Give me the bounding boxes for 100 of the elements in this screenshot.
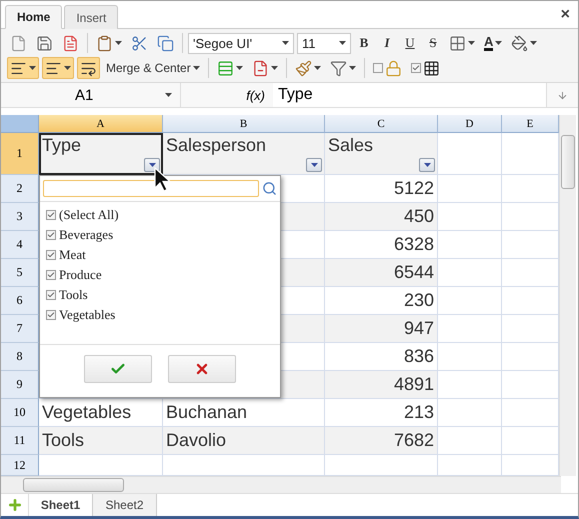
format-button[interactable]: S	[423, 33, 443, 53]
wrap-text-button[interactable]	[77, 57, 100, 79]
table-cell: Tools	[39, 427, 163, 455]
checkbox[interactable]	[46, 250, 56, 260]
column-header[interactable]: A	[39, 115, 163, 133]
font-size-select[interactable]: 11	[297, 32, 351, 54]
column-header[interactable]: D	[438, 115, 502, 133]
table-cell: Vegetables	[39, 399, 163, 427]
table-cell	[438, 399, 502, 427]
caret-icon	[29, 66, 36, 70]
font-color-button[interactable]: A	[481, 32, 506, 54]
table-cell: 947	[325, 315, 438, 343]
row-header[interactable]: 12	[1, 455, 39, 476]
paint-bucket-icon	[511, 34, 528, 52]
name-box[interactable]: A1	[1, 83, 181, 107]
column-header[interactable]: C	[325, 115, 438, 133]
caret-icon	[348, 66, 356, 70]
scissors-icon	[131, 34, 148, 52]
table-cell	[502, 427, 559, 455]
function-label: f(x)	[245, 88, 266, 102]
table-cell	[438, 259, 502, 287]
caret-icon	[192, 66, 200, 70]
table-cell	[502, 343, 559, 371]
caret-icon	[115, 41, 122, 45]
row-header[interactable]: 1	[1, 133, 39, 175]
close-icon	[194, 361, 210, 377]
table-cell	[502, 203, 559, 231]
ribbon-tab[interactable]: Insert	[64, 5, 118, 29]
horizontal-align-button[interactable]	[42, 57, 74, 79]
table-cell: 213	[325, 399, 438, 427]
row-header[interactable]: 2	[1, 175, 39, 203]
table-cell	[438, 203, 502, 231]
sheet-tab[interactable]: Sheet2	[93, 494, 157, 516]
table-cell	[502, 259, 559, 287]
table-cell: 5122	[325, 175, 438, 203]
checkbox[interactable]	[46, 210, 56, 220]
caret-icon	[236, 66, 243, 70]
table-cell	[438, 231, 502, 259]
row-header[interactable]: 5	[1, 259, 39, 287]
table-cell	[438, 455, 502, 476]
vertical-scrollbar[interactable]	[559, 115, 576, 476]
caret-icon	[468, 41, 475, 45]
row-header[interactable]: 7	[1, 315, 39, 343]
table-cell: Salesperson	[163, 133, 325, 175]
checkbox[interactable]	[46, 310, 56, 320]
table-cell	[438, 287, 502, 315]
close-button[interactable]: ×	[560, 7, 570, 23]
format-button[interactable]: U	[400, 33, 420, 53]
formula-field[interactable]: Type	[273, 83, 546, 107]
row-header[interactable]: 9	[1, 371, 39, 399]
ribbon-tab[interactable]: Home	[5, 5, 62, 29]
row-header[interactable]: 11	[1, 427, 39, 455]
table-cell: 6544	[325, 259, 438, 287]
column-header[interactable]: E	[502, 115, 559, 133]
format-button[interactable]: I	[377, 33, 397, 53]
format-button[interactable]: B	[354, 33, 374, 53]
row-header[interactable]: 4	[1, 231, 39, 259]
document-icon	[10, 34, 27, 52]
row-header[interactable]: 10	[1, 399, 39, 427]
filter-option[interactable]: Tools	[59, 287, 88, 303]
table-cell	[438, 175, 502, 203]
caret-icon	[314, 66, 321, 70]
cancel-button[interactable]	[168, 355, 236, 383]
table-cell: 4891	[325, 371, 438, 399]
filter-option[interactable]: Beverages	[59, 227, 114, 243]
filter-option[interactable]: Produce	[59, 267, 102, 283]
caret-icon	[282, 41, 289, 45]
checkbox[interactable]	[46, 230, 56, 240]
lock-icon	[384, 60, 402, 76]
table-cell	[502, 287, 559, 315]
brush-icon	[294, 60, 312, 76]
row-header[interactable]: 8	[1, 343, 39, 371]
filter-button[interactable]	[419, 158, 435, 172]
checkbox-icon	[410, 63, 421, 73]
caret-icon	[530, 41, 538, 45]
table-cell	[502, 133, 559, 175]
search-field[interactable]	[43, 180, 259, 197]
filter-button[interactable]	[144, 158, 160, 172]
filter-option[interactable]: Meat	[59, 247, 86, 263]
vertical-align-button[interactable]	[7, 57, 39, 79]
table-cell: Buchanan	[163, 399, 325, 427]
search-icon	[262, 181, 277, 196]
plus-icon	[6, 497, 22, 513]
filter-button[interactable]	[306, 158, 322, 172]
checkbox[interactable]	[46, 290, 56, 300]
checkbox[interactable]	[46, 270, 56, 280]
horizontal-scrollbar[interactable]	[1, 476, 561, 493]
table-cell	[502, 175, 559, 203]
column-header[interactable]: B	[163, 115, 325, 133]
table-cell	[502, 455, 559, 476]
border-grid-icon	[449, 34, 466, 52]
caret-icon	[310, 163, 318, 167]
filter-option[interactable]: Vegetables	[59, 307, 116, 323]
filter-icon	[330, 60, 347, 76]
row-header[interactable]: 3	[1, 203, 39, 231]
merge-center-button[interactable]: Merge & Center	[103, 57, 203, 79]
row-header[interactable]: 6	[1, 287, 39, 315]
font-select[interactable]: 'Segoe UI'	[188, 32, 294, 54]
filter-option[interactable]: (Select All)	[59, 207, 119, 223]
caret-icon	[424, 163, 430, 167]
